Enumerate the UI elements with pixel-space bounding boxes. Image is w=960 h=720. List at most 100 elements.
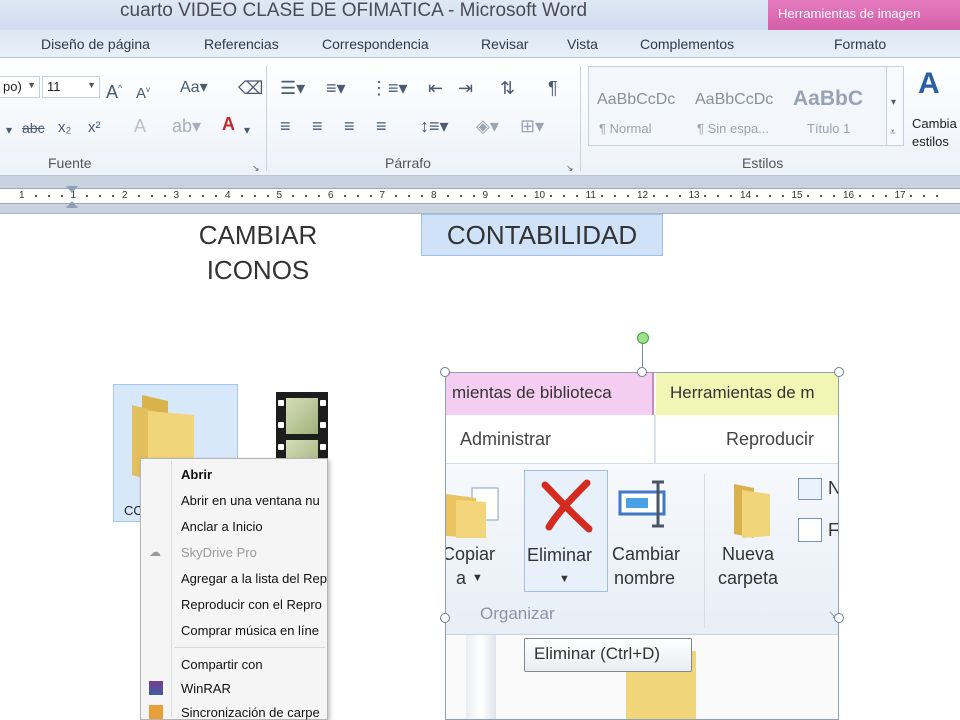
library-tools-tab: mientas de biblioteca — [446, 373, 654, 415]
tab-complementos[interactable]: Complementos — [640, 36, 734, 52]
menu-item-agregar-lista[interactable]: Agregar a la lista del Rep — [181, 571, 327, 586]
tab-label: Herramientas de m — [670, 383, 815, 402]
change-styles-label-1: Cambia — [912, 116, 957, 131]
rotation-handle[interactable] — [637, 332, 649, 344]
copy-to-icon — [446, 487, 499, 538]
multilevel-list-icon[interactable]: ⋮≡▾ — [370, 78, 408, 98]
winrar-icon — [149, 681, 163, 695]
horizontal-ruler[interactable]: 1 1 2 3 4 5 6 7 8 9 10 11 12 13 14 15 16 17 — [0, 176, 960, 214]
ruler-tick — [343, 195, 346, 197]
film-hole — [320, 422, 326, 428]
tab-referencias[interactable]: Referencias — [204, 36, 279, 52]
style-normal[interactable]: AaBbCcDc ¶ Normal — [591, 75, 683, 141]
ruler-number: 14 — [740, 190, 752, 201]
group-label-organizar: Organizar — [480, 604, 555, 623]
film-hole — [278, 400, 284, 406]
font-name-combo[interactable]: po) ▼ — [0, 76, 40, 98]
copy-label: Copiar — [445, 544, 496, 564]
resize-handle-top[interactable] — [637, 367, 647, 377]
styles-scrollbar[interactable]: ▾ ⩡ — [886, 66, 904, 146]
ruler-number: 17 — [894, 190, 906, 201]
text-effects-icon[interactable]: A — [134, 116, 146, 136]
style-titulo-1[interactable]: AaBbC Título 1 — [787, 75, 879, 141]
resize-handle-left[interactable] — [440, 613, 450, 623]
subscript-icon[interactable]: x₂ — [58, 118, 71, 138]
document-page[interactable]: CAMBIAR ICONOS CONTABILIDAD CO Abrir Abr… — [0, 214, 960, 720]
justify-icon[interactable]: ≡ — [376, 116, 387, 136]
font-size-combo[interactable]: 11 ▼ — [42, 76, 100, 98]
font-size-value: 11 — [47, 79, 61, 94]
dialog-launcher-icon[interactable]: ↘ — [252, 158, 260, 178]
context-menu: Abrir Abrir en una ventana nu Anclar a I… — [140, 458, 328, 720]
style-sample: AaBbCcDc — [695, 91, 774, 108]
ruler-tick — [163, 195, 166, 197]
menu-item-comprar-musica[interactable]: Comprar música en líne — [181, 623, 319, 638]
ruler-number: 8 — [431, 190, 437, 201]
tab-correspondencia[interactable]: Correspondencia — [322, 36, 429, 52]
tab-label: mientas de biblioteca — [452, 383, 612, 402]
highlight-icon[interactable]: ab▾ — [172, 116, 201, 136]
align-left-icon[interactable]: ≡ — [280, 116, 291, 136]
ruler-number: 6 — [328, 190, 334, 201]
tab-vista[interactable]: Vista — [567, 36, 598, 52]
change-styles-label-2: estilos — [912, 134, 949, 149]
pilcrow-icon[interactable]: ¶ — [548, 78, 558, 98]
film-frame — [286, 398, 318, 434]
group-label-parrafo: Párrafo — [385, 155, 431, 171]
menu-item-reproducir-con[interactable]: Reproducir con el Repro — [181, 597, 322, 612]
line-spacing-icon[interactable]: ↕≡▾ — [420, 116, 449, 136]
chevron-down-icon[interactable]: ▾ — [244, 120, 250, 140]
ruler-tick — [730, 195, 733, 197]
ruler-tick — [781, 195, 784, 197]
film-hole — [278, 444, 284, 450]
borders-icon[interactable]: ⊞▾ — [520, 116, 544, 136]
ruler-tick — [549, 195, 552, 197]
increase-indent-icon[interactable]: ⇥ — [458, 78, 473, 98]
sort-icon[interactable]: ⇅ — [500, 78, 515, 98]
ruler-tick — [112, 195, 115, 197]
ruler-tick — [47, 195, 50, 197]
decrease-indent-icon[interactable]: ⇤ — [428, 78, 443, 98]
clear-format-icon[interactable]: ⌫ — [238, 78, 263, 98]
resize-handle-top-left[interactable] — [440, 367, 450, 377]
menu-item-abrir[interactable]: Abrir — [181, 467, 212, 482]
picture-tools-context-tab[interactable]: Herramientas de imagen — [768, 0, 960, 30]
ruler-tick — [652, 195, 655, 197]
indent-marker[interactable] — [66, 186, 78, 210]
tab-diseno-de-pagina[interactable]: Diseño de página — [41, 36, 150, 52]
menu-item-sincronizacion[interactable]: Sincronización de carpe — [181, 705, 320, 720]
dialog-launcher-icon[interactable]: ↘ — [566, 158, 574, 178]
ruler-number: 1 — [19, 190, 25, 201]
align-center-icon[interactable]: ≡ — [312, 116, 323, 136]
chevron-down-icon[interactable]: ▾ — [6, 120, 12, 140]
font-color-icon[interactable]: A — [222, 114, 235, 134]
shrink-font-icon[interactable]: Av — [136, 80, 150, 104]
tab-revisar[interactable]: Revisar — [481, 36, 528, 52]
change-styles-button[interactable]: A Cambia estilos — [912, 66, 960, 166]
menu-item-winrar[interactable]: WinRAR — [181, 681, 231, 696]
ruler-tick — [575, 195, 578, 197]
more-icon[interactable]: ⩡ — [890, 123, 896, 143]
align-right-icon[interactable]: ≡ — [344, 116, 355, 136]
change-case-icon[interactable]: Aa▾ — [180, 78, 208, 98]
numbering-icon[interactable]: ≡▾ — [326, 78, 346, 98]
menu-item-anclar-inicio[interactable]: Anclar a Inicio — [181, 519, 263, 534]
menu-item-compartir-con[interactable]: Compartir con — [181, 657, 263, 672]
eliminar-label: Eliminar — [527, 545, 593, 565]
grow-font-icon[interactable]: A^ — [106, 78, 122, 102]
chevron-down-icon[interactable]: ▾ — [891, 93, 896, 113]
bullets-icon[interactable]: ☰▾ — [280, 78, 305, 98]
shading-icon[interactable]: ◈▾ — [476, 116, 499, 136]
resize-handle-top-right[interactable] — [834, 367, 844, 377]
new-folder-icon — [734, 484, 770, 538]
strikethrough-icon[interactable]: abc — [22, 118, 45, 138]
eliminar-button[interactable]: Eliminar ▼ — [524, 470, 608, 592]
style-sin-espaciado[interactable]: AaBbCcDc ¶ Sin espa... — [689, 75, 781, 141]
resize-handle-right[interactable] — [834, 613, 844, 623]
ruler-number: 11 — [585, 190, 596, 201]
ruler-tick — [292, 195, 295, 197]
menu-item-abrir-ventana-nueva[interactable]: Abrir en una ventana nu — [181, 493, 320, 508]
superscript-icon[interactable]: x² — [88, 118, 101, 138]
tab-formato[interactable]: Formato — [834, 36, 886, 52]
style-name: ¶ Sin espa... — [697, 121, 770, 136]
